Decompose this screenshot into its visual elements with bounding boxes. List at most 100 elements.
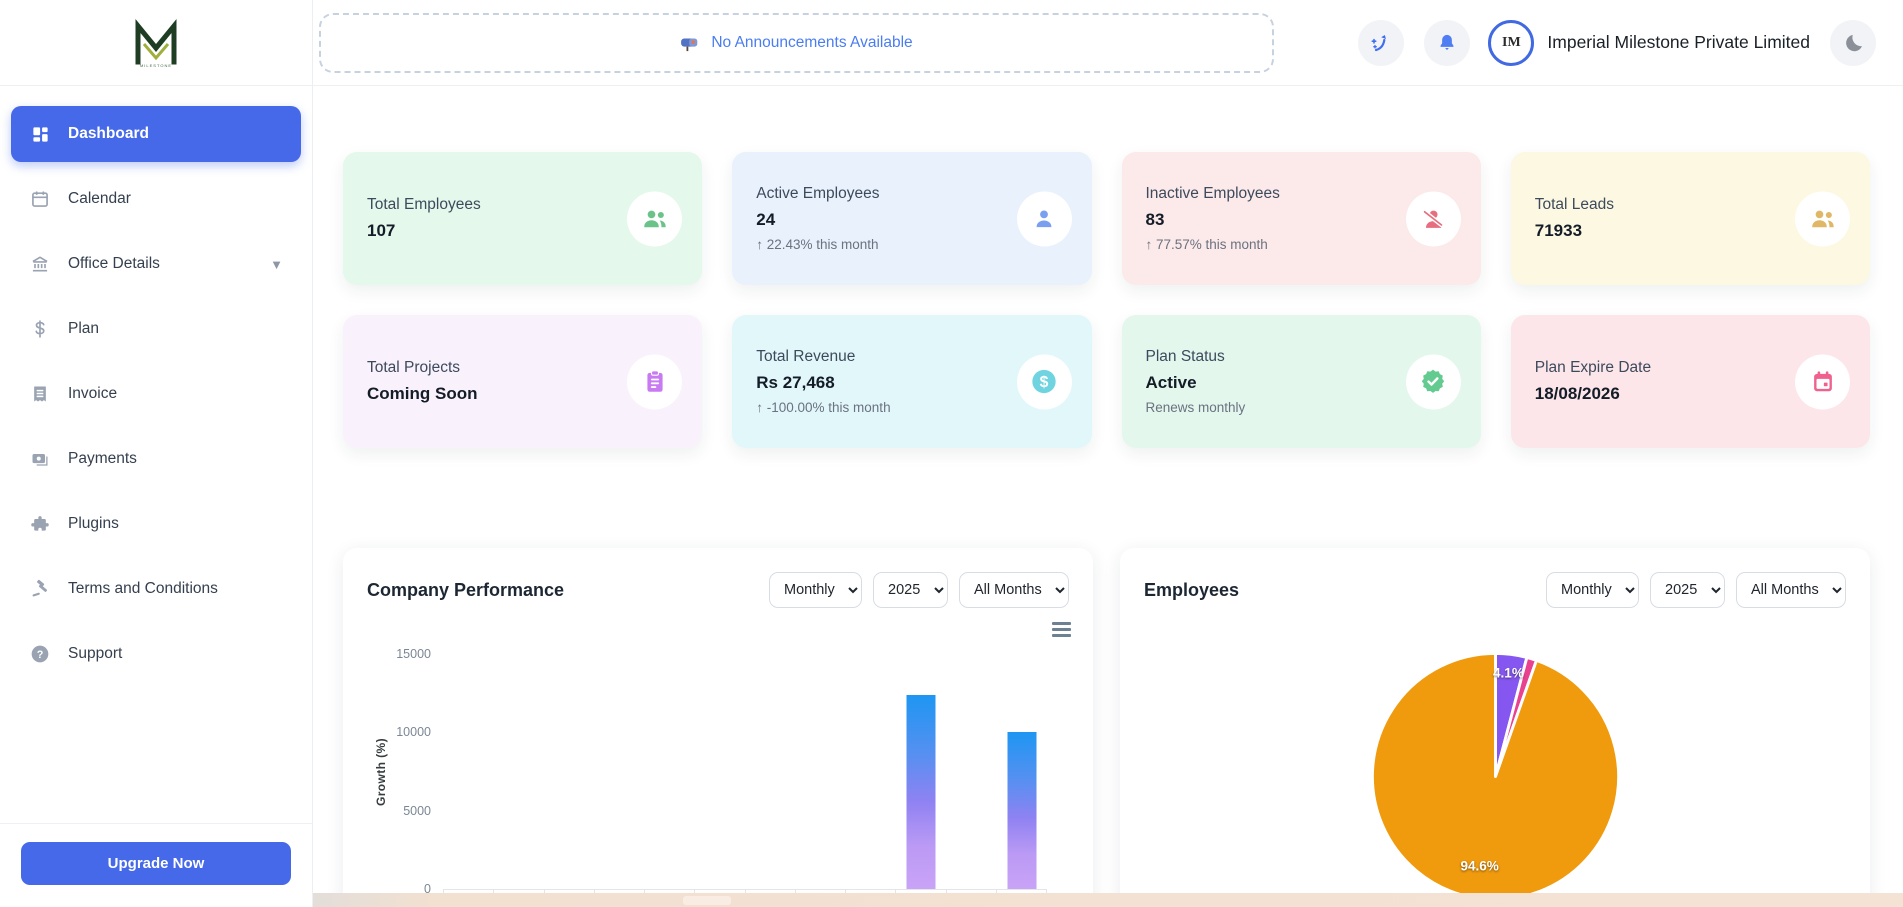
sidebar-item-office-details[interactable]: Office Details ▼ xyxy=(11,236,301,292)
sidebar-item-plugins[interactable]: Plugins xyxy=(11,496,301,552)
stat-title: Total Employees xyxy=(367,196,614,214)
stat-sub: ↑ 77.57% this month xyxy=(1146,237,1393,252)
mailbox-icon xyxy=(680,34,702,52)
sidebar-item-plan[interactable]: Plan xyxy=(11,301,301,357)
stat-sub: ↑ -100.00% this month xyxy=(756,400,1003,415)
announcement-text: No Announcements Available xyxy=(711,34,912,52)
sidebar-item-label: Dashboard xyxy=(68,125,149,143)
sidebar-item-label: Office Details xyxy=(68,255,160,273)
sidebar-item-support[interactable]: ? Support xyxy=(11,626,301,682)
stat-card-total-projects: Total Projects Coming Soon xyxy=(343,315,702,448)
sidebar-item-dashboard[interactable]: Dashboard xyxy=(11,106,301,162)
employees-year-select[interactable]: 2025 xyxy=(1650,572,1725,608)
sidebar-item-label: Invoice xyxy=(68,385,117,403)
company-logo-avatar[interactable]: IM xyxy=(1488,20,1534,66)
upgrade-now-button[interactable]: Upgrade Now xyxy=(21,842,291,885)
sidebar-item-terms[interactable]: Terms and Conditions xyxy=(11,561,301,617)
performance-interval-select[interactable]: Monthly xyxy=(769,572,862,608)
stat-card-total-revenue: Total Revenue Rs 27,468 ↑ -100.00% this … xyxy=(732,315,1091,448)
bar-series xyxy=(443,654,1047,889)
stat-value: Rs 27,468 xyxy=(756,373,1003,393)
stat-title: Plan Expire Date xyxy=(1535,359,1782,377)
payment-card-icon xyxy=(29,448,51,470)
charts-row: Company Performance Monthly 2025 All Mon… xyxy=(343,548,1870,907)
sidebar-item-label: Payments xyxy=(68,450,137,468)
puzzle-icon xyxy=(29,513,51,535)
main-area: No Announcements Available IM Imperial M… xyxy=(313,0,1903,907)
sidebar-item-calendar[interactable]: Calendar xyxy=(11,171,301,227)
cutoff-strip xyxy=(313,893,1903,907)
stat-card-total-leads: Total Leads 71933 xyxy=(1511,152,1870,285)
stat-title: Total Revenue xyxy=(756,348,1003,366)
bar-chart: Growth (%) 150001000050000 xyxy=(443,654,1047,889)
user-icon xyxy=(1017,191,1072,246)
employees-interval-select[interactable]: Monthly xyxy=(1546,572,1639,608)
question-circle-icon: ? xyxy=(29,643,51,665)
employees-chart-card: Employees Monthly 2025 All Months 4.1% 94… xyxy=(1120,548,1870,907)
y-tick-label: 10000 xyxy=(396,725,431,739)
dollar-circle-icon: $ xyxy=(1017,354,1072,409)
user-slash-icon xyxy=(1406,191,1461,246)
calendar-icon xyxy=(29,188,51,210)
stat-value: 83 xyxy=(1146,210,1393,230)
bar[interactable] xyxy=(907,695,936,889)
stats-grid: Total Employees 107 Active Employees 24 … xyxy=(343,152,1870,448)
stat-card-inactive-employees: Inactive Employees 83 ↑ 77.57% this mont… xyxy=(1122,152,1481,285)
sidebar-nav: Dashboard Calendar Office Details ▼ Plan xyxy=(0,86,312,682)
sidebar-item-label: Terms and Conditions xyxy=(68,580,218,598)
sidebar-item-label: Calendar xyxy=(68,190,131,208)
chart-title: Company Performance xyxy=(367,580,564,601)
bar[interactable] xyxy=(1007,732,1036,889)
company-logo-monogram: IM xyxy=(1502,35,1521,51)
stat-value: 24 xyxy=(756,210,1003,230)
top-bar: No Announcements Available IM Imperial M… xyxy=(313,0,1903,86)
sidebar-item-label: Plan xyxy=(68,320,99,338)
company-name: Imperial Milestone Private Limited xyxy=(1547,32,1810,53)
sidebar-footer: Upgrade Now xyxy=(0,823,312,907)
notifications-button[interactable] xyxy=(1424,20,1470,66)
stat-sub: ↑ 22.43% this month xyxy=(756,237,1003,252)
announcement-banner: No Announcements Available xyxy=(319,13,1274,73)
company-performance-card: Company Performance Monthly 2025 All Mon… xyxy=(343,548,1093,907)
app-logo[interactable]: MILESTONE xyxy=(0,0,312,86)
dashboard-icon xyxy=(29,123,51,145)
pie-data-label: 4.1% xyxy=(1493,665,1524,680)
sidebar-item-invoice[interactable]: Invoice xyxy=(11,366,301,422)
stat-card-plan-expire-date: Plan Expire Date 18/08/2026 xyxy=(1511,315,1870,448)
receipt-icon xyxy=(29,383,51,405)
sidebar: MILESTONE Dashboard Calendar Office Deta… xyxy=(0,0,313,907)
dollar-icon xyxy=(29,318,51,340)
dashboard-content: Total Employees 107 Active Employees 24 … xyxy=(313,86,1903,907)
y-axis-label: Growth (%) xyxy=(374,738,388,806)
calendar-event-icon xyxy=(1795,354,1850,409)
stat-title: Inactive Employees xyxy=(1146,185,1393,203)
performance-filters: Monthly 2025 All Months xyxy=(769,572,1069,608)
stat-value: Coming Soon xyxy=(367,384,614,404)
stat-card-active-employees: Active Employees 24 ↑ 22.43% this month xyxy=(732,152,1091,285)
stat-card-total-employees: Total Employees 107 xyxy=(343,152,702,285)
chevron-down-icon[interactable]: ▼ xyxy=(270,257,283,272)
stat-title: Active Employees xyxy=(756,185,1003,203)
y-tick-label: 5000 xyxy=(403,804,431,818)
sidebar-item-label: Plugins xyxy=(68,515,119,533)
badge-check-icon xyxy=(1406,354,1461,409)
performance-year-select[interactable]: 2025 xyxy=(873,572,948,608)
stat-card-plan-status: Plan Status Active Renews monthly xyxy=(1122,315,1481,448)
employees-month-select[interactable]: All Months xyxy=(1736,572,1846,608)
moon-icon xyxy=(1842,32,1864,54)
theme-toggle-button[interactable] xyxy=(1830,20,1876,66)
employees-pie-chart: 4.1% 94.6% xyxy=(1369,650,1622,903)
sidebar-item-label: Support xyxy=(68,645,122,663)
stat-title: Plan Status xyxy=(1146,348,1393,366)
bell-icon xyxy=(1436,32,1458,54)
svg-text:?: ? xyxy=(37,649,44,661)
performance-month-select[interactable]: All Months xyxy=(959,572,1069,608)
chart-title: Employees xyxy=(1144,580,1239,601)
sidebar-item-payments[interactable]: Payments xyxy=(11,431,301,487)
chart-menu-icon[interactable] xyxy=(1052,622,1071,637)
clipboard-icon xyxy=(627,354,682,409)
bank-icon xyxy=(29,253,51,275)
pie-data-label: 94.6% xyxy=(1460,859,1498,874)
svg-text:MILESTONE: MILESTONE xyxy=(140,63,172,68)
ai-assistant-button[interactable] xyxy=(1358,20,1404,66)
